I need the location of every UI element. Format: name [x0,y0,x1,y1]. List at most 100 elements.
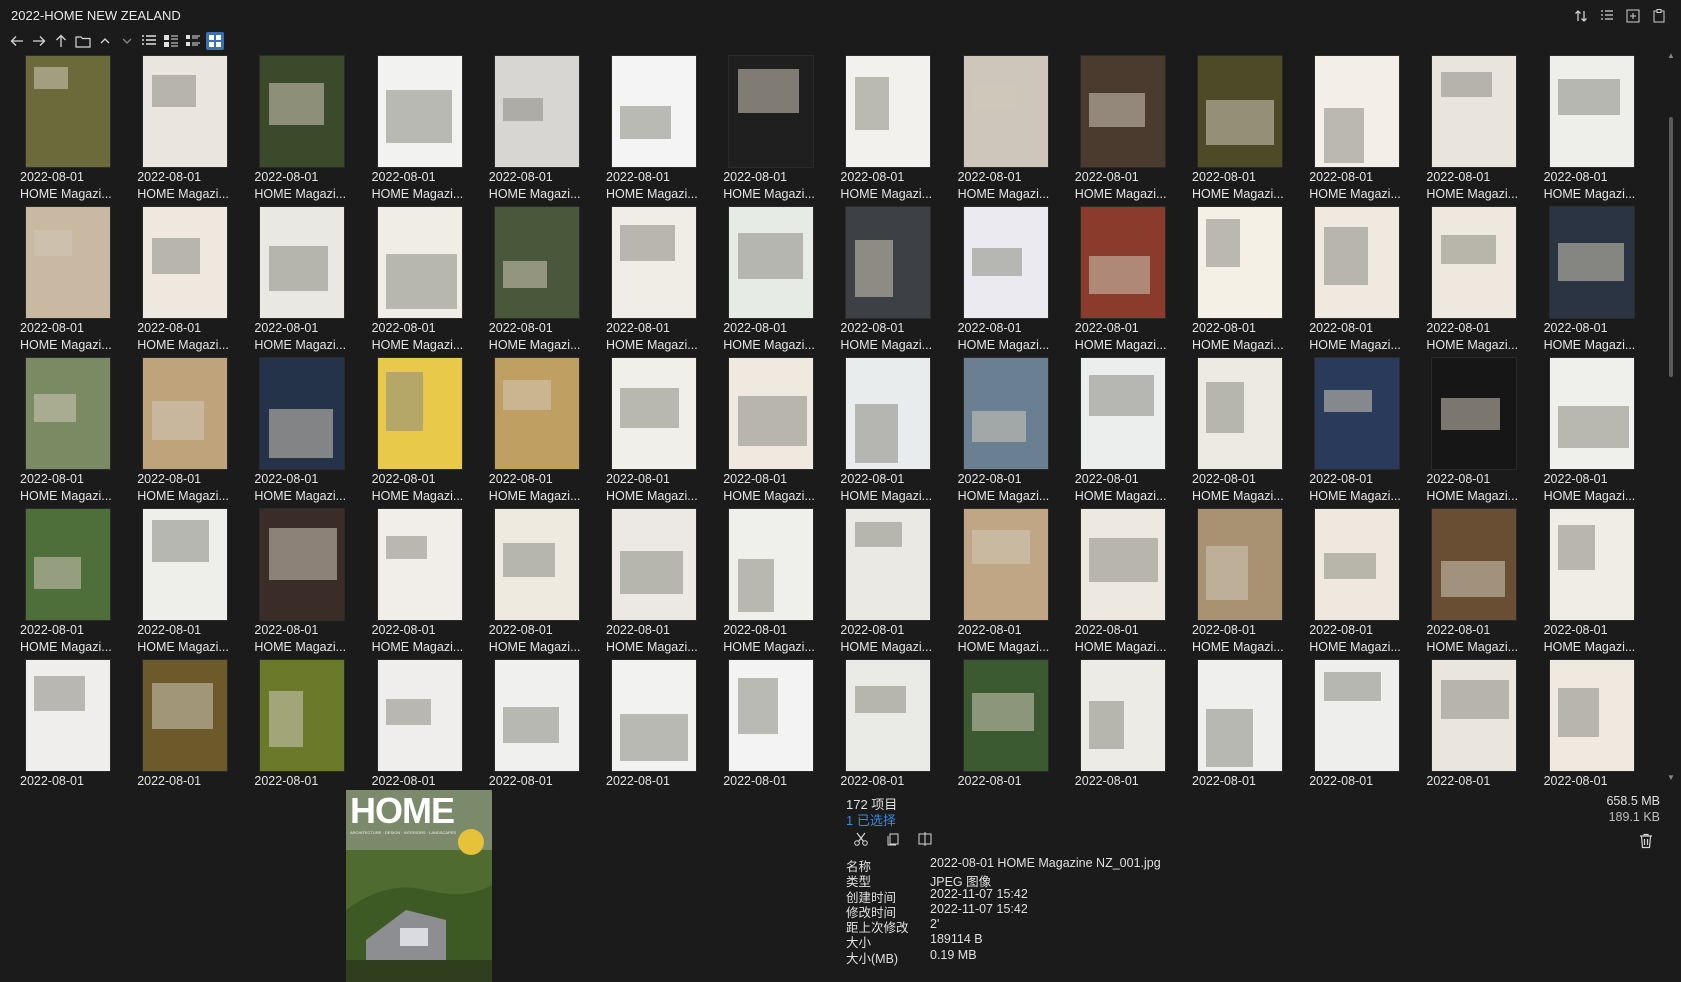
thumbnail-tile[interactable]: 2022-08-01 HOME Magazi... [840,206,957,356]
chevron-down-icon[interactable] [118,32,136,50]
thumbnail-tile[interactable]: 2022-08-01 HOME Magazi... [1309,508,1426,658]
thumbnail-tile[interactable]: 2022-08-01 HOME Magazi... [1544,357,1661,507]
thumbnail-tile[interactable]: 2022-08-01 [489,659,606,785]
thumbnail-filename: HOME Magazi... [371,640,464,654]
thumbnail-tile[interactable]: 2022-08-01 HOME Magazi... [372,508,489,658]
thumbnail-tile[interactable]: 2022-08-01 HOME Magazi... [1192,206,1309,356]
thumbnail-tile[interactable]: 2022-08-01 HOME Magazi... [254,206,371,356]
thumbnail-tile[interactable]: 2022-08-01 HOME Magazi... [489,508,606,658]
thumbnail-tile[interactable]: 2022-08-01 [1426,659,1543,785]
cut-icon[interactable] [852,830,870,848]
tiles-view-icon[interactable] [162,32,180,50]
thumbnail-tile[interactable]: 2022-08-01 HOME Magazi... [1075,508,1192,658]
thumbnail-tile[interactable]: 2022-08-01 HOME Magazi... [489,55,606,205]
vertical-scrollbar[interactable]: ▲ ▼ [1667,52,1675,782]
thumbnail-tile[interactable]: 2022-08-01 HOME Magazi... [254,357,371,507]
thumbnail-tile[interactable]: 2022-08-01 HOME Magazi... [489,357,606,507]
thumbnail-tile[interactable]: 2022-08-01 HOME Magazi... [20,357,137,507]
thumbnail-tile[interactable]: 2022-08-01 HOME Magazi... [958,508,1075,658]
thumbnail-tile[interactable]: 2022-08-01 [1544,659,1661,785]
thumbnail-tile[interactable]: 2022-08-01 HOME Magazi... [606,508,723,658]
property-value: 2022-11-07 15:42 [930,901,1028,916]
thumbnail-tile[interactable]: 2022-08-01 HOME Magazi... [606,206,723,356]
thumbnail-tile[interactable]: 2022-08-01 HOME Magazi... [1426,357,1543,507]
thumbnail-tile[interactable]: 2022-08-01 HOME Magazi... [1192,508,1309,658]
thumbnails-view-icon[interactable] [206,32,224,50]
thumbnail-tile[interactable]: 2022-08-01 HOME Magazi... [1544,508,1661,658]
thumbnail-tile[interactable]: 2022-08-01 [958,659,1075,785]
thumbnail-tile[interactable]: 2022-08-01 HOME Magazi... [1075,206,1192,356]
thumbnail-tile[interactable]: 2022-08-01 HOME Magazi... [137,55,254,205]
paste-icon[interactable] [1651,8,1667,24]
thumbnail-tile[interactable]: 2022-08-01 HOME Magazi... [20,55,137,205]
scroll-thumb[interactable] [1669,117,1673,377]
thumbnail-tile[interactable]: 2022-08-01 [254,659,371,785]
up-arrow-icon[interactable] [52,32,70,50]
thumbnail-tile[interactable]: 2022-08-01 HOME Magazi... [372,206,489,356]
thumbnail-tile[interactable]: 2022-08-01 HOME Magazi... [1544,206,1661,356]
thumbnail-tile[interactable]: 2022-08-01 HOME Magazi... [489,206,606,356]
thumbnail-tile[interactable]: 2022-08-01 HOME Magazi... [958,206,1075,356]
thumbnail-tile[interactable]: 2022-08-01 HOME Magazi... [1544,55,1661,205]
thumbnail-tile[interactable]: 2022-08-01 HOME Magazi... [606,357,723,507]
compare-icon[interactable] [916,830,934,848]
thumbnail-tile[interactable]: 2022-08-01 HOME Magazi... [372,55,489,205]
thumbnail-tile[interactable]: 2022-08-01 HOME Magazi... [1309,357,1426,507]
thumbnail-filename: HOME Magazi... [1192,338,1284,352]
thumbnail-tile[interactable]: 2022-08-01 HOME Magazi... [958,55,1075,205]
trash-icon[interactable] [1638,832,1654,850]
thumbnail-tile[interactable]: 2022-08-01 HOME Magazi... [840,508,957,658]
thumbnail-tile[interactable]: 2022-08-01 [723,659,840,785]
total-size: 658.5 MB [1606,794,1660,808]
thumbnail-tile[interactable]: 2022-08-01 HOME Magazi... [254,55,371,205]
forward-arrow-icon[interactable] [30,32,48,50]
thumbnail-tile[interactable]: 2022-08-01 [1075,659,1192,785]
folder-icon[interactable] [74,32,92,50]
thumbnail-tile[interactable]: 2022-08-01 HOME Magazi... [20,206,137,356]
thumbnail-tile[interactable]: 2022-08-01 HOME Magazi... [723,55,840,205]
property-label: 修改时间 [846,905,897,920]
thumbnail-tile[interactable]: 2022-08-01 HOME Magazi... [1075,55,1192,205]
thumbnail-tile[interactable]: 2022-08-01 HOME Magazi... [723,357,840,507]
thumbnail-tile[interactable]: 2022-08-01 [606,659,723,785]
new-folder-icon[interactable] [1625,8,1641,24]
thumbnail-tile[interactable]: 2022-08-01 HOME Magazi... [20,508,137,658]
thumbnail-tile[interactable]: 2022-08-01 [137,659,254,785]
thumbnail-tile[interactable]: 2022-08-01 HOME Magazi... [723,206,840,356]
thumbnail-tile[interactable]: 2022-08-01 HOME Magazi... [1075,357,1192,507]
thumbnail-tile[interactable]: 2022-08-01 HOME Magazi... [1192,55,1309,205]
thumbnail-tile[interactable]: 2022-08-01 [840,659,957,785]
scroll-up-arrow-icon[interactable]: ▲ [1667,52,1675,60]
back-arrow-icon[interactable] [8,32,26,50]
thumbnail-tile[interactable]: 2022-08-01 HOME Magazi... [137,508,254,658]
thumbnail-tile[interactable]: 2022-08-01 HOME Magazi... [137,206,254,356]
thumbnail-tile[interactable]: 2022-08-01 HOME Magazi... [1309,206,1426,356]
thumbnail-tile[interactable]: 2022-08-01 HOME Magazi... [958,357,1075,507]
thumbnail-tile[interactable]: 2022-08-01 HOME Magazi... [840,55,957,205]
thumbnail-tile[interactable]: 2022-08-01 [1192,659,1309,785]
thumbnail-tile[interactable]: 2022-08-01 [1309,659,1426,785]
sort-icon[interactable] [1573,8,1589,24]
thumbnail-tile[interactable]: 2022-08-01 HOME Magazi... [606,55,723,205]
thumbnail-tile[interactable]: 2022-08-01 HOME Magazi... [840,357,957,507]
content-view-icon[interactable] [184,32,202,50]
details-view-icon[interactable] [140,32,158,50]
thumbnail-tile[interactable]: 2022-08-01 HOME Magazi... [1426,508,1543,658]
thumbnail-tile[interactable]: 2022-08-01 HOME Magazi... [372,357,489,507]
thumbnail-tile[interactable]: 2022-08-01 [20,659,137,785]
copy-icon[interactable] [884,830,902,848]
thumbnail-tile[interactable]: 2022-08-01 HOME Magazi... [1426,55,1543,205]
thumbnail-tile[interactable]: 2022-08-01 HOME Magazi... [137,357,254,507]
thumbnail-tile[interactable]: 2022-08-01 [372,659,489,785]
list-view-icon[interactable] [1599,8,1615,24]
scroll-down-arrow-icon[interactable]: ▼ [1667,774,1675,782]
thumbnail-tile[interactable]: 2022-08-01 HOME Magazi... [1426,206,1543,356]
thumbnail-tile[interactable]: 2022-08-01 HOME Magazi... [1192,357,1309,507]
thumbnail-tile[interactable]: 2022-08-01 HOME Magazi... [254,508,371,658]
selected-count[interactable]: 1 已选择 [846,810,896,829]
thumbnail-tile[interactable]: 2022-08-01 HOME Magazi... [723,508,840,658]
thumbnail-tile[interactable]: 2022-08-01 HOME Magazi... [1309,55,1426,205]
chevron-up-icon[interactable] [96,32,114,50]
thumbnail-grid[interactable]: 2022-08-01 HOME Magazi... 2022-08-01 HOME M… [0,55,1668,785]
thumbnail-image [962,659,1049,772]
